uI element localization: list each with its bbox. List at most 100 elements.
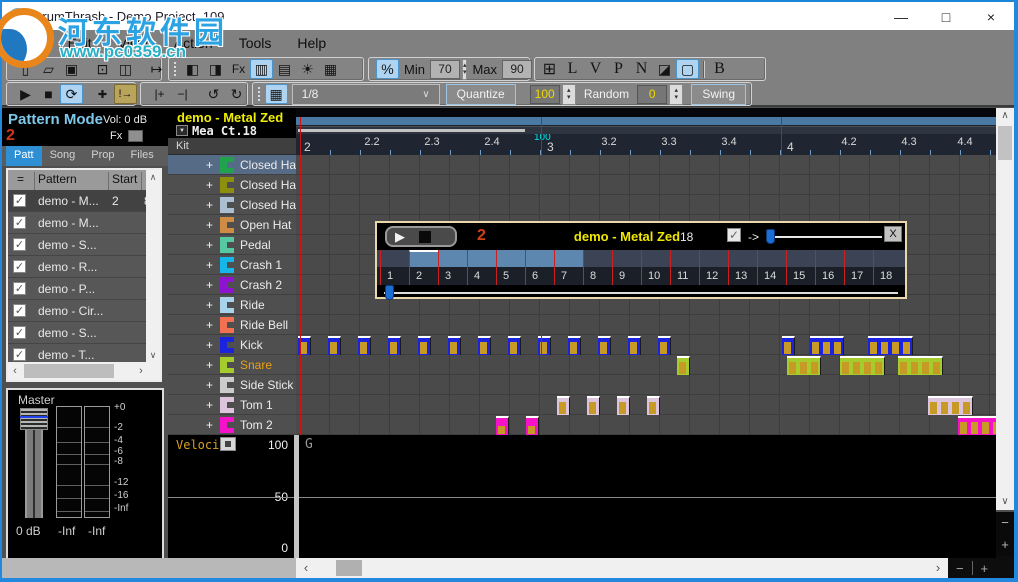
player-measure-cell[interactable] bbox=[757, 250, 786, 267]
scroll-down-icon[interactable]: ∨ bbox=[996, 494, 1014, 510]
player-measure-cell[interactable] bbox=[525, 250, 554, 267]
player-measure-cell[interactable] bbox=[670, 250, 699, 267]
zoom-out-button[interactable]: − bbox=[956, 561, 964, 576]
add-note-tool-icon[interactable]: ⊞ bbox=[538, 59, 561, 79]
expand-track-button[interactable]: + bbox=[206, 218, 213, 232]
pattern-checkbox[interactable]: ✓ bbox=[13, 282, 26, 295]
expand-track-button[interactable]: + bbox=[206, 238, 213, 252]
random-spinner[interactable]: ▴▾ bbox=[669, 84, 683, 105]
instrument-icon[interactable] bbox=[220, 197, 234, 213]
note[interactable] bbox=[358, 336, 371, 355]
instrument-icon[interactable] bbox=[220, 277, 234, 293]
instrument-icon[interactable] bbox=[220, 177, 234, 193]
expand-track-button[interactable]: + bbox=[206, 298, 213, 312]
grip-handle[interactable] bbox=[173, 61, 178, 77]
player-measure-cell[interactable] bbox=[641, 250, 670, 267]
player-play-button[interactable]: ▶ bbox=[395, 229, 405, 245]
instrument-icon[interactable] bbox=[220, 337, 234, 353]
instrument-icon[interactable] bbox=[220, 417, 234, 433]
player-measure-number[interactable]: 18 bbox=[873, 267, 902, 285]
menu-view[interactable]: View bbox=[105, 30, 161, 56]
expand-track-button[interactable]: + bbox=[206, 158, 213, 172]
add-measure-button[interactable]: |+ bbox=[148, 84, 171, 104]
pattern-row[interactable]: ✓demo - T... bbox=[8, 344, 146, 362]
snap-grid-icon[interactable]: ▦ bbox=[265, 84, 288, 104]
random-value-field[interactable]: 0 bbox=[637, 85, 667, 104]
note[interactable] bbox=[787, 356, 821, 375]
scrollbar-thumb[interactable] bbox=[24, 364, 114, 378]
pattern-row[interactable]: ✓demo - S... bbox=[8, 322, 146, 344]
quantize-strength-field[interactable]: 100 bbox=[530, 85, 560, 104]
brush-tool[interactable]: B bbox=[708, 59, 731, 79]
player-measure-cell[interactable] bbox=[873, 250, 902, 267]
scroll-right-icon[interactable]: › bbox=[930, 558, 946, 578]
pattern-checkbox[interactable]: ✓ bbox=[13, 326, 26, 339]
pattern-row[interactable]: ✓demo - P... bbox=[8, 278, 146, 300]
save-all-icon[interactable]: ◫ bbox=[114, 59, 137, 79]
min-value-field[interactable]: 70 bbox=[430, 60, 460, 79]
vertical-zoom-in-button[interactable]: + bbox=[996, 534, 1014, 556]
measure-dropdown[interactable]: ▼ bbox=[176, 125, 188, 136]
player-tempo-slider[interactable] bbox=[766, 236, 882, 238]
pattern-row[interactable]: ✓demo - S... bbox=[8, 234, 146, 256]
note[interactable] bbox=[538, 336, 551, 355]
note[interactable] bbox=[328, 336, 341, 355]
loop-button[interactable]: ⟳ bbox=[60, 84, 83, 104]
note[interactable] bbox=[557, 396, 570, 415]
scroll-up-icon[interactable]: ∧ bbox=[996, 108, 1014, 124]
player-measure-cell[interactable] bbox=[554, 250, 583, 267]
note[interactable] bbox=[496, 416, 509, 435]
rows-view-icon[interactable]: ▤ bbox=[273, 59, 296, 79]
note[interactable] bbox=[810, 336, 844, 355]
track-row[interactable]: +Tom 2 bbox=[168, 415, 296, 435]
note[interactable] bbox=[478, 336, 491, 355]
player-close-button[interactable]: X bbox=[884, 226, 902, 242]
horizontal-scrollbar[interactable]: ‹ › bbox=[296, 558, 948, 578]
player-measure-number[interactable]: 10 bbox=[641, 267, 670, 285]
player-position-slider[interactable] bbox=[384, 292, 898, 294]
line-tool[interactable]: L bbox=[561, 59, 584, 79]
quantize-button[interactable]: Quantize bbox=[446, 84, 516, 105]
note[interactable] bbox=[598, 336, 611, 355]
expand-track-button[interactable]: + bbox=[206, 198, 213, 212]
scroll-right-icon[interactable]: › bbox=[134, 362, 148, 380]
track-row[interactable]: +Closed Hat bbox=[168, 195, 296, 215]
scrollbar-thumb[interactable] bbox=[336, 560, 362, 576]
instrument-icon[interactable] bbox=[220, 377, 234, 393]
track-row[interactable]: +Open Hat bbox=[168, 215, 296, 235]
menu-help[interactable]: Help bbox=[284, 30, 339, 56]
player-measure-number[interactable]: 15 bbox=[786, 267, 815, 285]
tab-files[interactable]: Files bbox=[123, 146, 162, 166]
pattern-checkbox[interactable]: ✓ bbox=[13, 216, 26, 229]
pattern-list-vscrollbar[interactable]: ∧ ∨ bbox=[146, 170, 160, 362]
track-row[interactable]: +Crash 2 bbox=[168, 275, 296, 295]
min-spinner[interactable]: ▴▾ bbox=[462, 59, 468, 80]
note[interactable] bbox=[782, 336, 795, 355]
tab-song[interactable]: Song bbox=[42, 146, 84, 166]
instrument-icon[interactable] bbox=[220, 257, 234, 273]
player-measure-cell[interactable] bbox=[612, 250, 641, 267]
track-row[interactable]: +Closed Hat bbox=[168, 175, 296, 195]
scroll-down-icon[interactable]: ∨ bbox=[146, 348, 160, 362]
undo-button[interactable]: ↺ bbox=[202, 84, 225, 104]
player-measure-cell[interactable] bbox=[815, 250, 844, 267]
eraser-tool-icon[interactable]: ◪ bbox=[653, 59, 676, 79]
note-tool[interactable]: N bbox=[630, 59, 653, 79]
metronome-button[interactable]: ✚ bbox=[91, 84, 114, 104]
scroll-left-icon[interactable]: ‹ bbox=[8, 362, 22, 380]
note[interactable] bbox=[628, 336, 641, 355]
player-measure-cell[interactable] bbox=[583, 250, 612, 267]
track-row[interactable]: +Closed Hat bbox=[168, 155, 296, 175]
instrument-icon[interactable] bbox=[220, 397, 234, 413]
follow-playhead-button[interactable]: !→ bbox=[114, 84, 137, 104]
note[interactable] bbox=[617, 396, 630, 415]
note[interactable] bbox=[418, 336, 431, 355]
player-measure-number[interactable]: 16 bbox=[815, 267, 844, 285]
brightness-icon[interactable]: ☀ bbox=[296, 59, 319, 79]
menu-tools[interactable]: Tools bbox=[226, 30, 285, 56]
paint-tool[interactable]: P bbox=[607, 59, 630, 79]
scroll-up-icon[interactable]: ∧ bbox=[146, 170, 160, 184]
menu-file[interactable]: File bbox=[6, 30, 55, 56]
instrument-icon[interactable] bbox=[220, 157, 234, 173]
player-measure-number[interactable]: 14 bbox=[757, 267, 786, 285]
